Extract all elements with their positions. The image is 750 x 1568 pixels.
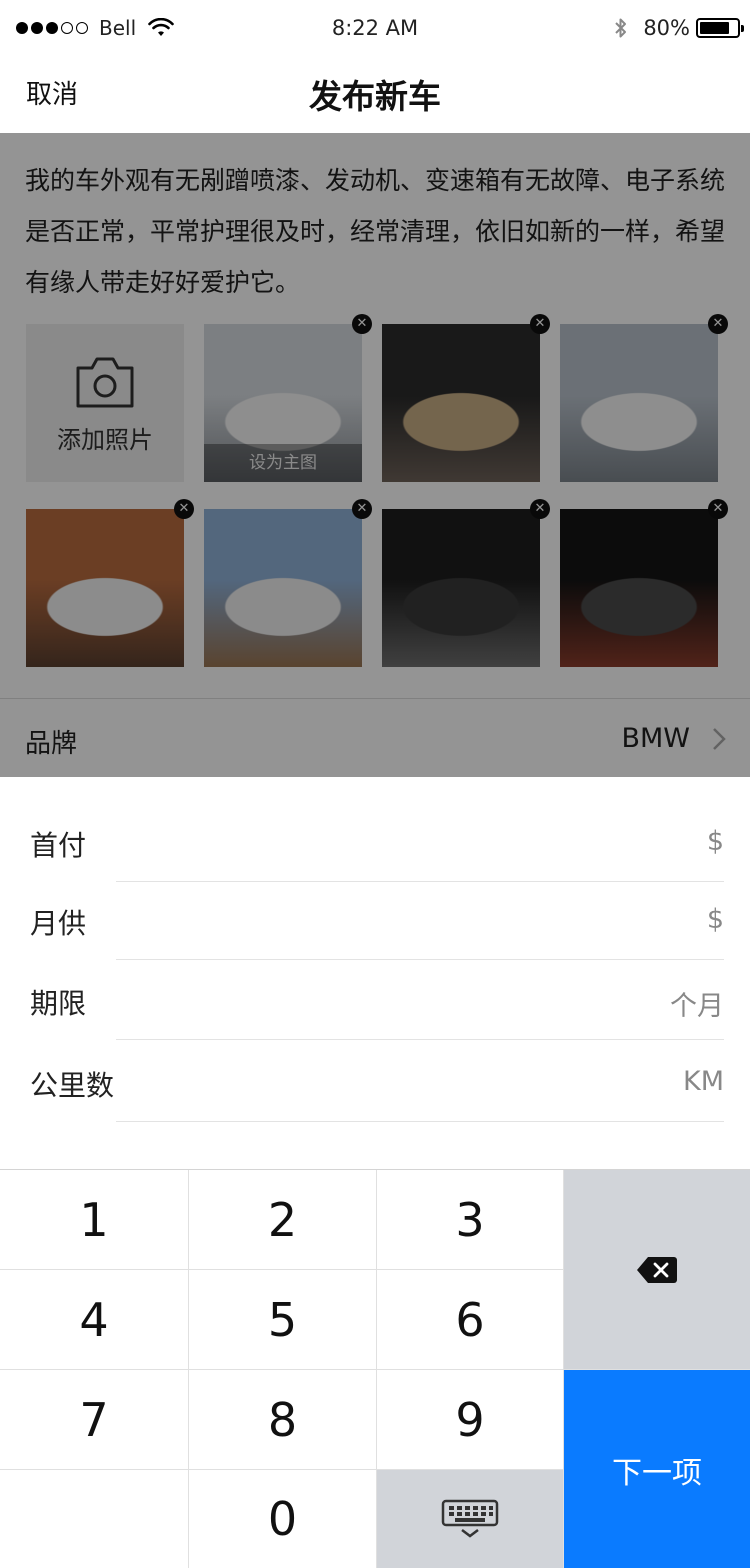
page-title: 发布新车 — [309, 77, 441, 116]
monthly-payment-input[interactable]: $ — [707, 904, 724, 935]
backspace-button[interactable] — [564, 1170, 750, 1370]
key-5[interactable]: 5 — [189, 1270, 377, 1370]
next-button[interactable]: 下一项 — [564, 1370, 750, 1568]
key-3[interactable]: 3 — [377, 1170, 564, 1270]
mileage-label: 公里数 — [30, 1069, 115, 1102]
form-row-mileage[interactable]: 公里数 KM — [0, 1042, 750, 1122]
key-4[interactable]: 4 — [0, 1270, 189, 1370]
key-0[interactable]: 0 — [189, 1470, 377, 1568]
key-2[interactable]: 2 — [189, 1170, 377, 1270]
dismiss-keyboard-button[interactable] — [377, 1470, 564, 1568]
modal-dim-overlay[interactable] — [0, 133, 750, 777]
key-1[interactable]: 1 — [0, 1170, 189, 1270]
battery-icon — [696, 18, 744, 38]
bluetooth-icon — [615, 18, 627, 38]
numeric-keypad: 1 2 3 4 5 6 7 8 9 0 下一项 — [0, 1169, 750, 1568]
down-payment-label: 首付 — [30, 829, 87, 862]
key-6[interactable]: 6 — [377, 1270, 564, 1370]
monthly-payment-label: 月供 — [30, 907, 87, 940]
battery-percent: 80% — [643, 16, 690, 40]
nav-bar: 取消 发布新车 — [0, 58, 750, 133]
backspace-icon — [637, 1256, 677, 1283]
form-row-monthly-payment[interactable]: 月供 $ — [0, 880, 750, 960]
form-row-term[interactable]: 期限 个月 — [0, 960, 750, 1040]
down-payment-input[interactable]: $ — [707, 826, 724, 857]
status-bar: Bell 8:22 AM 80% — [0, 0, 750, 58]
divider — [116, 1121, 724, 1122]
term-label: 期限 — [30, 987, 87, 1020]
key-7[interactable]: 7 — [0, 1370, 189, 1470]
divider — [116, 1039, 724, 1040]
term-input[interactable]: 个月 — [670, 984, 724, 1023]
key-8[interactable]: 8 — [189, 1370, 377, 1470]
mileage-input[interactable]: KM — [683, 1066, 724, 1097]
status-right: 80% — [613, 16, 744, 40]
form-row-down-payment[interactable]: 首付 $ — [0, 802, 750, 882]
battery-fill — [700, 22, 729, 34]
key-9[interactable]: 9 — [377, 1370, 564, 1470]
finance-form-sheet: 首付 $ 月供 $ 期限 个月 公里数 KM — [0, 777, 750, 1169]
key-blank — [0, 1470, 189, 1568]
keyboard-dismiss-icon — [441, 1499, 499, 1538]
